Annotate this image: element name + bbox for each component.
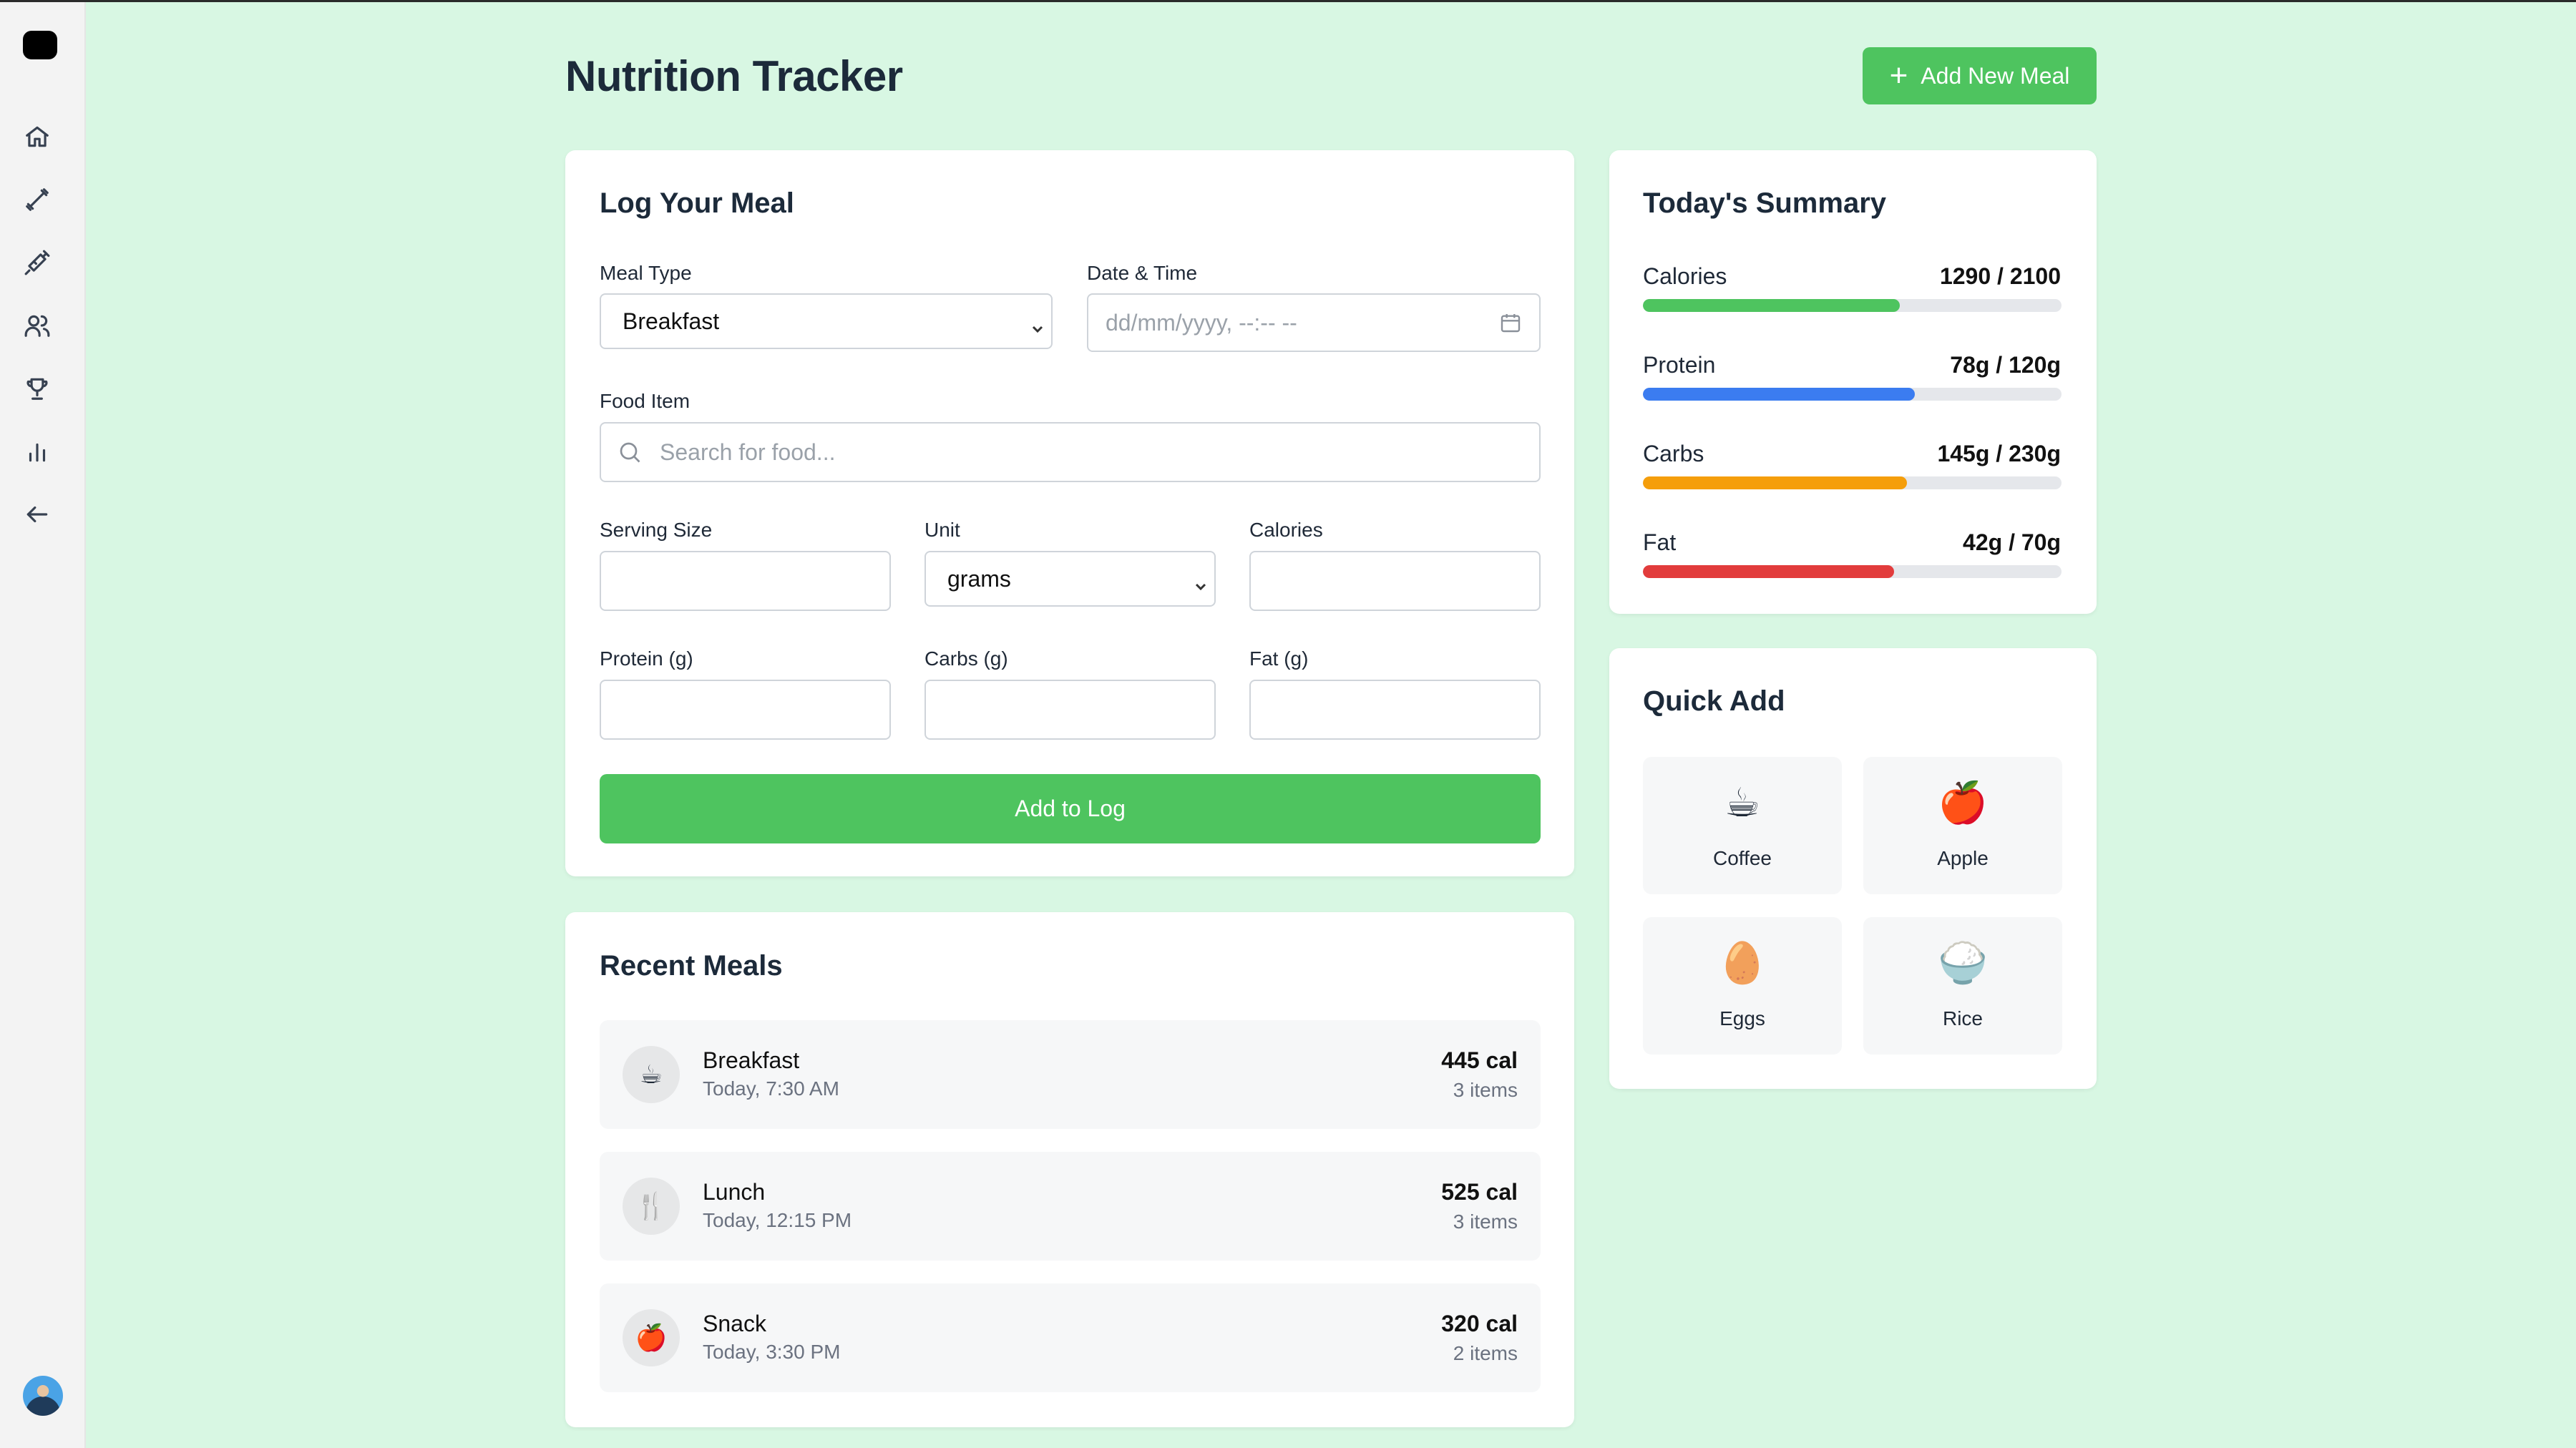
datetime-label: Date & Time	[1087, 262, 1198, 284]
quick-add-label: Apple	[1937, 847, 1989, 869]
egg-icon: 🥚	[1717, 940, 1767, 985]
summary-calories-label: Calories	[1643, 263, 1727, 289]
app-logo[interactable]	[23, 31, 57, 59]
calories-input[interactable]	[1249, 551, 1541, 611]
summary-fat-value: 42g / 70g	[1963, 529, 2061, 555]
meal-row[interactable]: 🍴 Lunch Today, 12:15 PM 525 cal 3 items	[600, 1152, 1541, 1261]
quick-add-eggs[interactable]: 🥚 Eggs	[1643, 917, 1842, 1055]
unit-label: Unit	[924, 519, 960, 541]
meal-item-count: 2 items	[1453, 1342, 1518, 1364]
calories-label: Calories	[1249, 519, 1323, 541]
summary-fat-label: Fat	[1643, 529, 1677, 555]
summary-carbs-value: 145g / 230g	[1937, 441, 2061, 466]
calories-progress-fill	[1643, 299, 1901, 312]
coffee-icon: ☕	[623, 1046, 680, 1103]
quick-add-label: Rice	[1942, 1007, 1983, 1029]
meal-name: Lunch	[703, 1179, 766, 1205]
carbs-progress-bar	[1643, 476, 2062, 489]
syringe-icon[interactable]	[23, 248, 52, 277]
meal-item-count: 3 items	[1453, 1079, 1518, 1101]
summary-protein-value: 78g / 120g	[1950, 352, 2061, 378]
protein-progress-bar	[1643, 388, 2062, 401]
carbs-label: Carbs (g)	[924, 647, 1008, 670]
recent-meals-title: Recent Meals	[600, 950, 783, 982]
add-to-log-button[interactable]: Add to Log	[600, 774, 1541, 843]
unit-select[interactable]: grams	[924, 551, 1216, 607]
rice-icon: 🍚	[1938, 940, 1988, 985]
quick-add-coffee[interactable]: ☕ Coffee	[1643, 757, 1842, 894]
calendar-icon[interactable]	[1499, 311, 1522, 334]
meal-calories: 445 cal	[1441, 1047, 1518, 1073]
meal-name: Snack	[703, 1311, 766, 1336]
apple-icon: 🍎	[623, 1309, 680, 1366]
bar-chart-icon[interactable]	[23, 437, 52, 466]
user-avatar[interactable]	[23, 1376, 63, 1416]
add-new-meal-label: Add New Meal	[1921, 62, 2070, 89]
trophy-icon[interactable]	[23, 374, 52, 403]
fat-progress-bar	[1643, 565, 2062, 578]
food-item-label: Food Item	[600, 390, 691, 412]
apple-icon: 🍎	[1938, 780, 1988, 825]
meal-time: Today, 7:30 AM	[703, 1077, 839, 1100]
quick-add-label: Coffee	[1713, 847, 1772, 869]
protein-input[interactable]	[600, 680, 891, 740]
add-new-meal-button[interactable]: + Add New Meal	[1863, 47, 2097, 104]
plus-icon: +	[1889, 58, 1908, 93]
quick-add-apple[interactable]: 🍎 Apple	[1863, 757, 2062, 894]
dumbbell-icon[interactable]	[23, 185, 52, 214]
users-icon[interactable]	[23, 311, 52, 340]
meal-item-count: 3 items	[1453, 1210, 1518, 1233]
search-icon	[617, 439, 643, 465]
meal-time: Today, 12:15 PM	[703, 1209, 852, 1231]
quick-add-label: Eggs	[1719, 1007, 1765, 1029]
datetime-placeholder: dd/mm/yyyy, --:-- --	[1106, 309, 1297, 336]
fat-label: Fat (g)	[1249, 647, 1309, 670]
summary-title: Today's Summary	[1643, 187, 1886, 219]
food-search-input[interactable]: Search for food...	[600, 422, 1541, 482]
fork-knife-icon: 🍴	[623, 1178, 680, 1235]
calories-progress-bar	[1643, 299, 2062, 312]
meal-row[interactable]: 🍎 Snack Today, 3:30 PM 320 cal 2 items	[600, 1283, 1541, 1392]
home-icon[interactable]	[23, 122, 52, 151]
quick-add-title: Quick Add	[1643, 685, 1785, 717]
page-title: Nutrition Tracker	[565, 52, 903, 100]
serving-size-label: Serving Size	[600, 519, 713, 541]
fat-input[interactable]	[1249, 680, 1541, 740]
meal-type-select[interactable]: Breakfast	[600, 293, 1053, 349]
carbs-input[interactable]	[924, 680, 1216, 740]
datetime-input[interactable]: dd/mm/yyyy, --:-- --	[1087, 293, 1541, 352]
chevron-down-icon	[1194, 572, 1207, 591]
quick-add-rice[interactable]: 🍚 Rice	[1863, 917, 2062, 1055]
sidebar	[0, 2, 86, 1448]
meal-type-value: Breakfast	[623, 308, 720, 334]
food-search-placeholder: Search for food...	[660, 439, 836, 465]
log-meal-card	[565, 150, 1574, 876]
meal-calories: 320 cal	[1441, 1311, 1518, 1336]
carbs-progress-fill	[1643, 476, 1907, 489]
back-arrow-icon[interactable]	[23, 500, 52, 529]
protein-progress-fill	[1643, 388, 1916, 401]
chevron-down-icon	[1031, 315, 1044, 333]
protein-label: Protein (g)	[600, 647, 693, 670]
serving-size-input[interactable]	[600, 551, 891, 611]
unit-value: grams	[947, 565, 1011, 592]
meal-type-label: Meal Type	[600, 262, 692, 284]
window-top-border	[0, 0, 2576, 2]
meal-time: Today, 3:30 PM	[703, 1341, 841, 1363]
meal-name: Breakfast	[703, 1047, 800, 1073]
coffee-icon: ☕	[1724, 780, 1761, 825]
summary-carbs-label: Carbs	[1643, 441, 1704, 466]
fat-progress-fill	[1643, 565, 1894, 578]
summary-protein-label: Protein	[1643, 352, 1716, 378]
meal-row[interactable]: ☕ Breakfast Today, 7:30 AM 445 cal 3 ite…	[600, 1020, 1541, 1129]
log-meal-title: Log Your Meal	[600, 187, 794, 219]
summary-calories-value: 1290 / 2100	[1939, 263, 2061, 289]
meal-calories: 525 cal	[1441, 1179, 1518, 1205]
